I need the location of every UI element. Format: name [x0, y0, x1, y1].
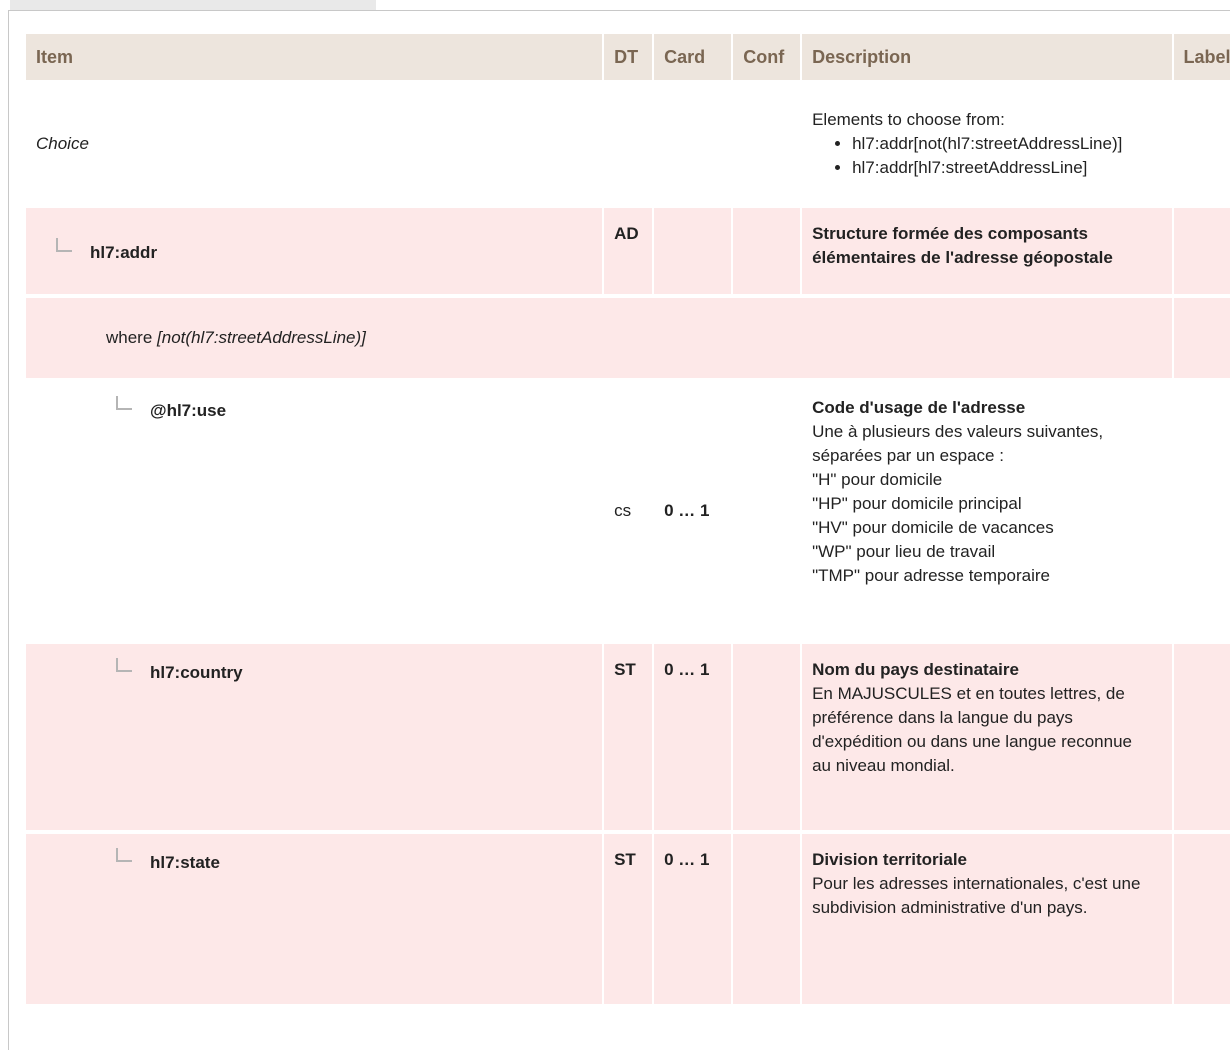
- addr-item: hl7:addr: [26, 208, 603, 294]
- header-item[interactable]: Item: [26, 34, 603, 80]
- country-dt: ST: [604, 644, 653, 830]
- tree-branch-icon: [56, 237, 72, 252]
- country-desc-title: Nom du pays destinataire: [812, 660, 1019, 679]
- table-row-state: hl7:state ST 0 … 1 Division territoriale…: [26, 834, 1230, 1004]
- state-item-label: hl7:state: [150, 853, 220, 872]
- use-card: 0 … 1: [654, 382, 732, 640]
- choice-options-list: hl7:addr[not(hl7:streetAddressLine)] hl7…: [812, 132, 1222, 180]
- table-row-country: hl7:country ST 0 … 1 Nom du pays destina…: [26, 644, 1230, 830]
- table-row-addr: hl7:addr AD Structure formée des composa…: [26, 208, 1230, 294]
- choice-option: hl7:addr[not(hl7:streetAddressLine)]: [852, 132, 1222, 156]
- choice-desc-intro: Elements to choose from:: [812, 110, 1005, 129]
- addr-dt: AD: [604, 208, 653, 294]
- table-row-where: where [not(hl7:streetAddressLine)]: [26, 298, 1230, 378]
- addr-description: Structure formée des composants élémenta…: [802, 208, 1172, 294]
- use-desc-line: "TMP" pour adresse temporaire: [812, 566, 1050, 585]
- choice-card: [654, 84, 732, 204]
- template-table: Item DT Card Conf Description Label Choi…: [24, 30, 1230, 1008]
- top-tab[interactable]: [10, 0, 376, 10]
- state-label: [1173, 834, 1230, 1004]
- addr-card: [654, 208, 732, 294]
- where-label: [1173, 298, 1230, 378]
- header-card[interactable]: Card: [654, 34, 732, 80]
- country-desc-text: En MAJUSCULES et en toutes lettres, de p…: [812, 684, 1132, 775]
- where-prefix: where: [106, 328, 153, 347]
- header-description[interactable]: Description: [802, 34, 1172, 80]
- state-dt: ST: [604, 834, 653, 1004]
- use-desc-line: "WP" pour lieu de travail: [812, 542, 996, 561]
- table-row-use: @hl7:use cs 0 … 1 Code d'usage de l'adre…: [26, 382, 1230, 640]
- table-row-choice: Choice Elements to choose from: hl7:addr…: [26, 84, 1230, 204]
- use-description: Code d'usage de l'adresse Une à plusieur…: [802, 382, 1230, 640]
- choice-description: Elements to choose from: hl7:addr[not(hl…: [802, 84, 1230, 204]
- use-dt: cs: [604, 382, 653, 640]
- tree-branch-icon: [116, 848, 132, 862]
- choice-item: Choice: [26, 84, 603, 204]
- tree-branch-icon: [116, 658, 132, 672]
- header-dt[interactable]: DT: [604, 34, 653, 80]
- state-description: Division territoriale Pour les adresses …: [802, 834, 1172, 1004]
- use-desc-line: "HV" pour domicile de vacances: [812, 518, 1054, 537]
- choice-dt: [604, 84, 653, 204]
- country-item-label: hl7:country: [150, 663, 243, 682]
- where-condition: [not(hl7:streetAddressLine)]: [157, 328, 366, 347]
- use-conf: [733, 382, 801, 640]
- addr-conf: [733, 208, 801, 294]
- choice-conf: [733, 84, 801, 204]
- use-desc-line: "HP" pour domicile principal: [812, 494, 1022, 513]
- use-desc-line: Une à plusieurs des valeurs suivantes,: [812, 422, 1104, 441]
- state-conf: [733, 834, 801, 1004]
- use-item-label: @hl7:use: [150, 401, 227, 420]
- country-label: [1173, 644, 1230, 830]
- use-desc-line: séparées par un espace :: [812, 446, 1004, 465]
- header-conf[interactable]: Conf: [733, 34, 801, 80]
- country-conf: [733, 644, 801, 830]
- choice-option: hl7:addr[hl7:streetAddressLine]: [852, 156, 1222, 180]
- use-desc-line: "H" pour domicile: [812, 470, 943, 489]
- country-item: hl7:country: [26, 644, 603, 830]
- state-card: 0 … 1: [654, 834, 732, 1004]
- use-item: @hl7:use: [26, 382, 603, 640]
- header-row: Item DT Card Conf Description Label: [26, 34, 1230, 80]
- use-desc-title: Code d'usage de l'adresse: [812, 398, 1026, 417]
- where-item: where [not(hl7:streetAddressLine)]: [26, 298, 1172, 378]
- addr-label: [1173, 208, 1230, 294]
- state-desc-text: Pour les adresses internationales, c'est…: [812, 874, 1141, 917]
- country-card: 0 … 1: [654, 644, 732, 830]
- country-description: Nom du pays destinataire En MAJUSCULES e…: [802, 644, 1172, 830]
- header-label[interactable]: Label: [1173, 34, 1230, 80]
- addr-item-label: hl7:addr: [90, 242, 158, 262]
- tree-branch-icon: [116, 396, 132, 410]
- state-item: hl7:state: [26, 834, 603, 1004]
- state-desc-title: Division territoriale: [812, 850, 968, 869]
